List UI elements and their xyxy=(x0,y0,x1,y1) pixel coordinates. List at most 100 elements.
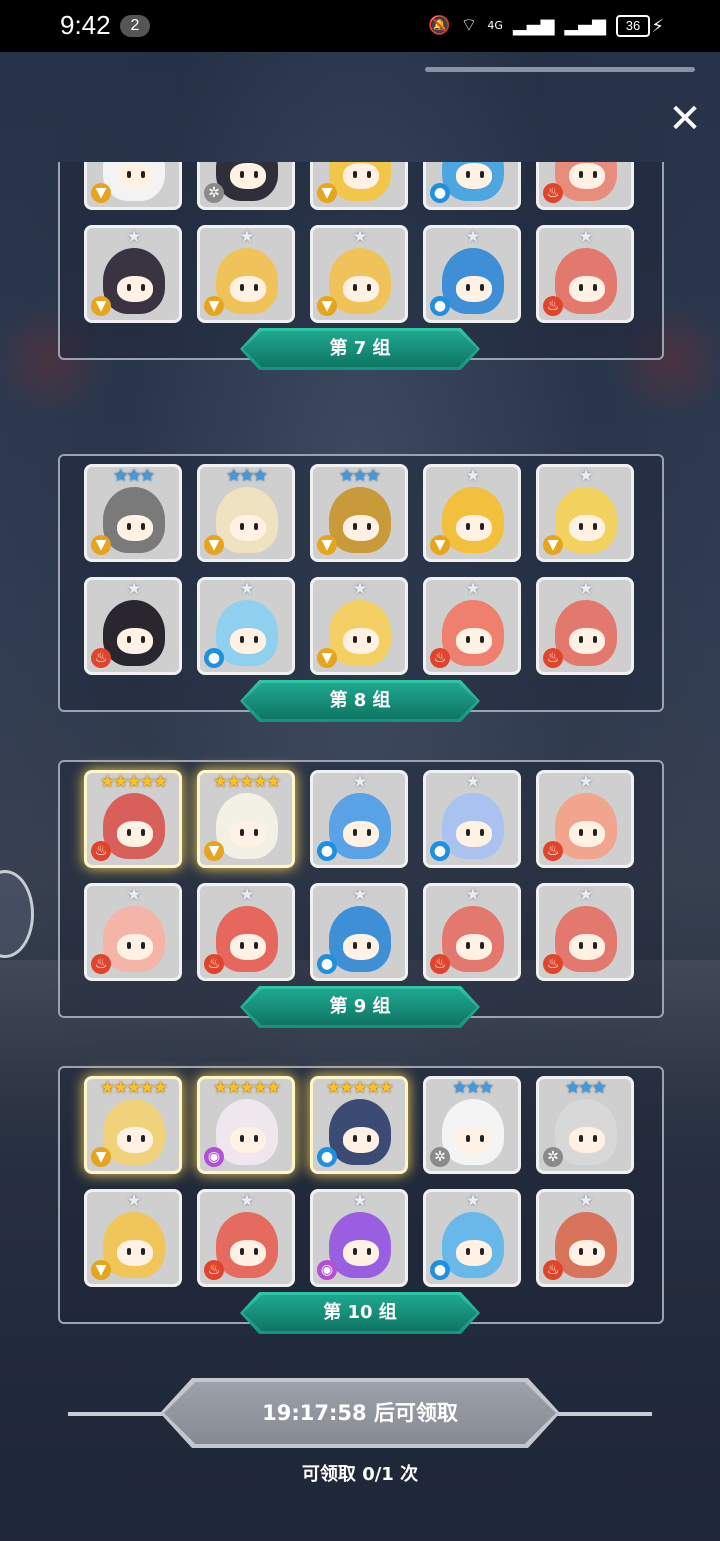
hero-eye xyxy=(353,171,357,178)
hero-card[interactable]: ★★★▼ xyxy=(84,464,182,562)
status-time: 9:42 xyxy=(60,10,111,40)
hero-card[interactable]: ★★★▼ xyxy=(197,464,295,562)
group-list[interactable]: ★★★▼★★★✲★▼★●★♨★▼★▼★▼★●★♨第 7 组★★★▼★★★▼★★★… xyxy=(0,162,720,1357)
hero-card[interactable]: ★♨ xyxy=(197,883,295,981)
wind-element-icon: ✲ xyxy=(543,1147,563,1167)
hero-card[interactable]: ★♨ xyxy=(423,577,521,675)
star-rating-icon: ★★★★★ xyxy=(212,1078,281,1098)
group-label: 第 9 组 xyxy=(329,996,391,1017)
hero-card[interactable]: ★♨ xyxy=(423,883,521,981)
hero-card[interactable]: ★★★✲ xyxy=(197,162,295,210)
hero-card[interactable]: ★▼ xyxy=(84,1189,182,1287)
hero-face xyxy=(456,1127,492,1153)
hero-eye xyxy=(480,284,484,291)
star-rating-icon: ★ xyxy=(578,227,593,247)
close-button[interactable]: ✕ xyxy=(663,97,707,141)
hero-eye xyxy=(480,523,484,530)
hero-face xyxy=(117,628,153,654)
hero-card[interactable]: ★★★★★ ♨ xyxy=(84,770,182,868)
hero-eye xyxy=(353,942,357,949)
hero-card[interactable]: ★▼ xyxy=(536,464,634,562)
hero-eye xyxy=(127,284,131,291)
hero-card[interactable]: ★♨ xyxy=(536,225,634,323)
hero-face xyxy=(230,515,266,541)
hero-card[interactable]: ★ ◉ xyxy=(310,1189,408,1287)
battery-level: 36 xyxy=(616,15,650,37)
hero-eye xyxy=(353,523,357,530)
star-rating-icon: ★ xyxy=(239,579,254,599)
hero-card[interactable]: ★♨ xyxy=(536,883,634,981)
hero-card[interactable]: ★● xyxy=(423,770,521,868)
status-bar: 9:42 2 🔕 ⌔ 4G ▂▄▆ ▂▄▆ 36 ⚡ xyxy=(0,0,720,52)
hero-eye xyxy=(367,171,371,178)
hero-eye xyxy=(353,1135,357,1142)
hero-card[interactable]: ★♨ xyxy=(536,1189,634,1287)
network-type: 4G xyxy=(487,19,503,32)
hero-card[interactable]: ★▼ xyxy=(310,162,408,210)
fire-element-icon: ♨ xyxy=(543,1260,563,1280)
claim-button[interactable]: 19:17:58 后可领取 xyxy=(160,1378,560,1448)
hero-eye xyxy=(367,829,371,836)
hero-card[interactable]: ★♨ xyxy=(84,883,182,981)
hero-eye xyxy=(480,636,484,643)
earth-element-icon: ▼ xyxy=(91,183,111,203)
hero-card[interactable]: ★▼ xyxy=(423,464,521,562)
hero-card[interactable]: ★● xyxy=(310,770,408,868)
hero-card[interactable]: ★♨ xyxy=(197,1189,295,1287)
star-rating-icon: ★★★★★ xyxy=(99,1078,168,1098)
hero-card[interactable]: ★● xyxy=(197,577,295,675)
earth-element-icon: ▼ xyxy=(543,535,563,555)
hero-face xyxy=(117,276,153,302)
hero-eye xyxy=(353,829,357,836)
hero-eye xyxy=(466,636,470,643)
water-element-icon: ● xyxy=(317,954,337,974)
hero-card[interactable]: ★● xyxy=(310,883,408,981)
hero-face xyxy=(456,628,492,654)
hero-card[interactable]: ★★★★★ ▼ xyxy=(84,1076,182,1174)
drag-handle[interactable] xyxy=(425,67,695,72)
hero-card[interactable]: ★★★▼ xyxy=(310,464,408,562)
hero-card[interactable]: ★♨ xyxy=(536,577,634,675)
hero-card[interactable]: ★★★✲ xyxy=(423,1076,521,1174)
hero-eye xyxy=(240,171,244,178)
hero-card[interactable]: ★♨ xyxy=(536,162,634,210)
fire-element-icon: ♨ xyxy=(543,841,563,861)
fire-element-icon: ♨ xyxy=(543,954,563,974)
star-rating-icon: ★ xyxy=(126,579,141,599)
hero-card[interactable]: ★★★★★ ▼ xyxy=(197,770,295,868)
hero-card[interactable]: ★● xyxy=(423,162,521,210)
hero-face xyxy=(230,628,266,654)
earth-element-icon: ▼ xyxy=(317,535,337,555)
hero-face xyxy=(569,1127,605,1153)
earth-element-icon: ▼ xyxy=(91,1260,111,1280)
group-label-banner: 第 7 组 xyxy=(240,328,480,370)
hero-card[interactable]: ★★★▼ xyxy=(84,162,182,210)
hero-card[interactable]: ★● xyxy=(423,225,521,323)
signal-icon: ▂▄▆ xyxy=(512,15,555,36)
hero-card[interactable]: ★♨ xyxy=(84,577,182,675)
hero-card[interactable]: ★★★✲ xyxy=(536,1076,634,1174)
hero-face xyxy=(343,515,379,541)
star-rating-icon: ★★★ xyxy=(113,466,155,486)
hero-card[interactable]: ★▼ xyxy=(197,225,295,323)
hero-card[interactable]: ★▼ xyxy=(310,225,408,323)
hero-card[interactable]: ★♨ xyxy=(536,770,634,868)
wifi-icon: ⌔ xyxy=(460,15,478,36)
hero-eye xyxy=(593,1135,597,1142)
hero-face xyxy=(569,1240,605,1266)
hero-eye xyxy=(254,171,258,178)
hero-card[interactable]: ★★★★★ ● xyxy=(310,1076,408,1174)
hero-card[interactable]: ★★★★★ ◉ xyxy=(197,1076,295,1174)
hero-card[interactable]: ★▼ xyxy=(310,577,408,675)
earth-element-icon: ▼ xyxy=(91,1147,111,1167)
hero-card[interactable]: ★● xyxy=(423,1189,521,1287)
hero-card[interactable]: ★▼ xyxy=(84,225,182,323)
hero-eye xyxy=(480,171,484,178)
hero-face xyxy=(117,934,153,960)
hero-eye xyxy=(127,523,131,530)
hero-eye xyxy=(254,1135,258,1142)
hero-eye xyxy=(254,636,258,643)
star-rating-icon: ★ xyxy=(578,466,593,486)
earth-element-icon: ▼ xyxy=(204,841,224,861)
hero-eye xyxy=(480,1135,484,1142)
